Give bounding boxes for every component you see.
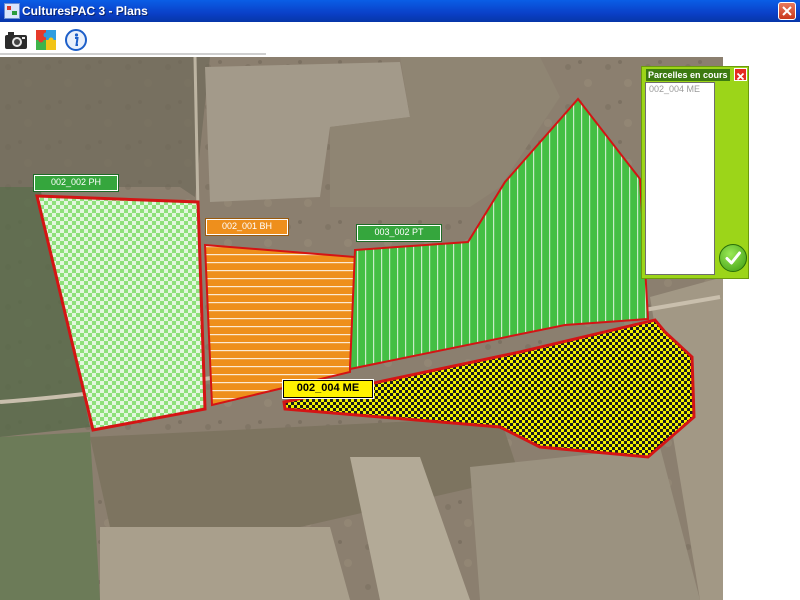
plot-label-003-002-pt[interactable]: 003_002 PT: [356, 224, 442, 242]
panel-title: Parcelles en cours: [646, 69, 730, 81]
title-bar: CulturesPAC 3 - Plans: [0, 0, 800, 22]
info-icon: [65, 29, 87, 51]
satellite-map[interactable]: 002_002 PH 002_001 BH 003_002 PT 002_004…: [0, 57, 723, 600]
toolbar-divider: [0, 53, 266, 55]
panel-close-button[interactable]: [734, 68, 747, 81]
field-background: [0, 432, 100, 600]
window-title: CulturesPAC 3 - Plans: [22, 4, 148, 18]
checkmark-icon: [725, 251, 741, 265]
camera-icon: [5, 32, 27, 49]
plugin-button[interactable]: [34, 28, 58, 52]
app-icon: [4, 3, 20, 19]
field-background: [100, 527, 350, 600]
window-close-button[interactable]: [778, 2, 796, 20]
current-plots-panel: Parcelles en cours 002_004 ME: [641, 66, 749, 279]
plots-list[interactable]: 002_004 ME: [645, 82, 715, 275]
puzzle-icon: [36, 30, 56, 50]
list-item[interactable]: 002_004 ME: [646, 83, 714, 95]
toolbar: [0, 22, 800, 57]
close-icon: [736, 72, 745, 81]
plot-label-002-004-me[interactable]: 002_004 ME: [282, 379, 374, 399]
confirm-button[interactable]: [719, 244, 747, 272]
info-button[interactable]: [64, 28, 88, 52]
camera-button[interactable]: [4, 28, 28, 52]
plot-label-002-002-ph[interactable]: 002_002 PH: [33, 174, 119, 192]
field-background: [470, 447, 700, 600]
map-canvas[interactable]: [0, 57, 723, 600]
plot-label-002-001-bh[interactable]: 002_001 BH: [205, 218, 289, 236]
close-icon: [782, 6, 792, 16]
